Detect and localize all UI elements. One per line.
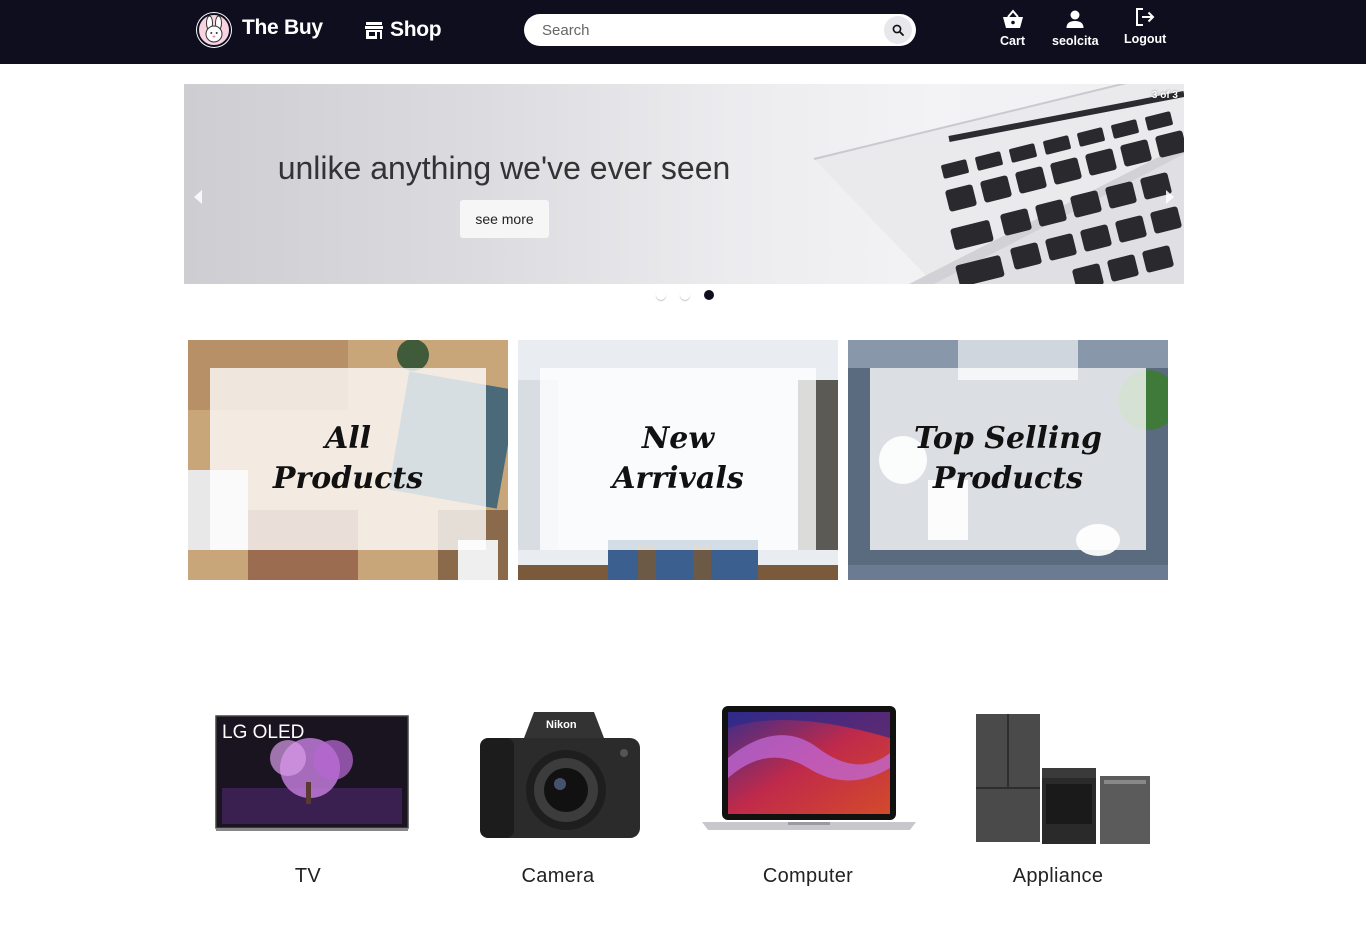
logout-label: Logout: [1124, 32, 1167, 46]
brand-name[interactable]: The Buy: [242, 16, 323, 40]
shop-label: Shop: [390, 18, 442, 41]
username-label: seolcita: [1052, 34, 1099, 48]
search-icon: [892, 24, 904, 36]
category-label: Camera: [521, 865, 595, 887]
tv-image: LG OLED: [215, 715, 409, 831]
tile-overlay: New Arrivals: [540, 368, 816, 550]
top-navbar: The Buy Shop Cart: [0, 0, 1366, 64]
carousel-dot-1[interactable]: [656, 290, 666, 300]
hero-carousel: 3 of 3 unlike anything we've ever seen s…: [184, 84, 1184, 284]
carousel-dot-3[interactable]: [704, 290, 714, 300]
all-products-tile[interactable]: All Products: [188, 340, 508, 580]
tv-brand-text: LG OLED: [222, 722, 304, 743]
user-account-button[interactable]: seolcita: [1052, 8, 1099, 48]
triangle-right-icon: [1166, 190, 1174, 204]
cart-button[interactable]: Cart: [1000, 8, 1025, 48]
see-more-button[interactable]: see more: [460, 200, 549, 238]
category-label: TV: [294, 865, 322, 887]
laptop-keyboard-image: [813, 84, 1184, 284]
logout-icon: [1136, 8, 1155, 26]
category-label: Appliance: [1012, 865, 1104, 887]
carousel-headline: unlike anything we've ever seen: [277, 150, 731, 186]
carousel-prev-arrow[interactable]: [192, 188, 204, 211]
bunny-logo-icon[interactable]: [196, 12, 232, 48]
category-label: Computer: [762, 865, 854, 887]
top-selling-products-tile[interactable]: Top Selling Products: [848, 340, 1168, 580]
triangle-left-icon: [194, 190, 202, 204]
logout-button[interactable]: Logout: [1124, 6, 1166, 46]
search-bar: [524, 14, 916, 46]
search-input[interactable]: [542, 14, 892, 46]
slide-counter: 3 of 3: [1151, 90, 1178, 101]
search-button[interactable]: [884, 16, 912, 44]
laptop-image: [702, 706, 916, 830]
appliance-image: [976, 714, 1150, 844]
tile-label: Top Selling Products: [913, 421, 1103, 496]
new-arrivals-tile[interactable]: New Arrivals: [518, 340, 838, 580]
carousel-dot-2[interactable]: [680, 290, 690, 300]
tile-overlay: Top Selling Products: [870, 368, 1146, 550]
user-icon: [1066, 10, 1084, 28]
carousel-next-arrow[interactable]: [1164, 188, 1176, 211]
cart-label: Cart: [1000, 34, 1026, 48]
tile-label: New Arrivals: [612, 421, 744, 496]
camera-image: Nikon: [480, 712, 640, 838]
shop-link[interactable]: Shop: [364, 16, 442, 44]
carousel-indicators: [656, 290, 714, 300]
shopping-basket-icon: [1002, 9, 1023, 28]
tile-overlay: All Products: [210, 368, 486, 550]
tile-label: All Products: [272, 421, 424, 496]
camera-brand-text: Nikon: [546, 719, 577, 731]
store-icon: [365, 22, 383, 39]
